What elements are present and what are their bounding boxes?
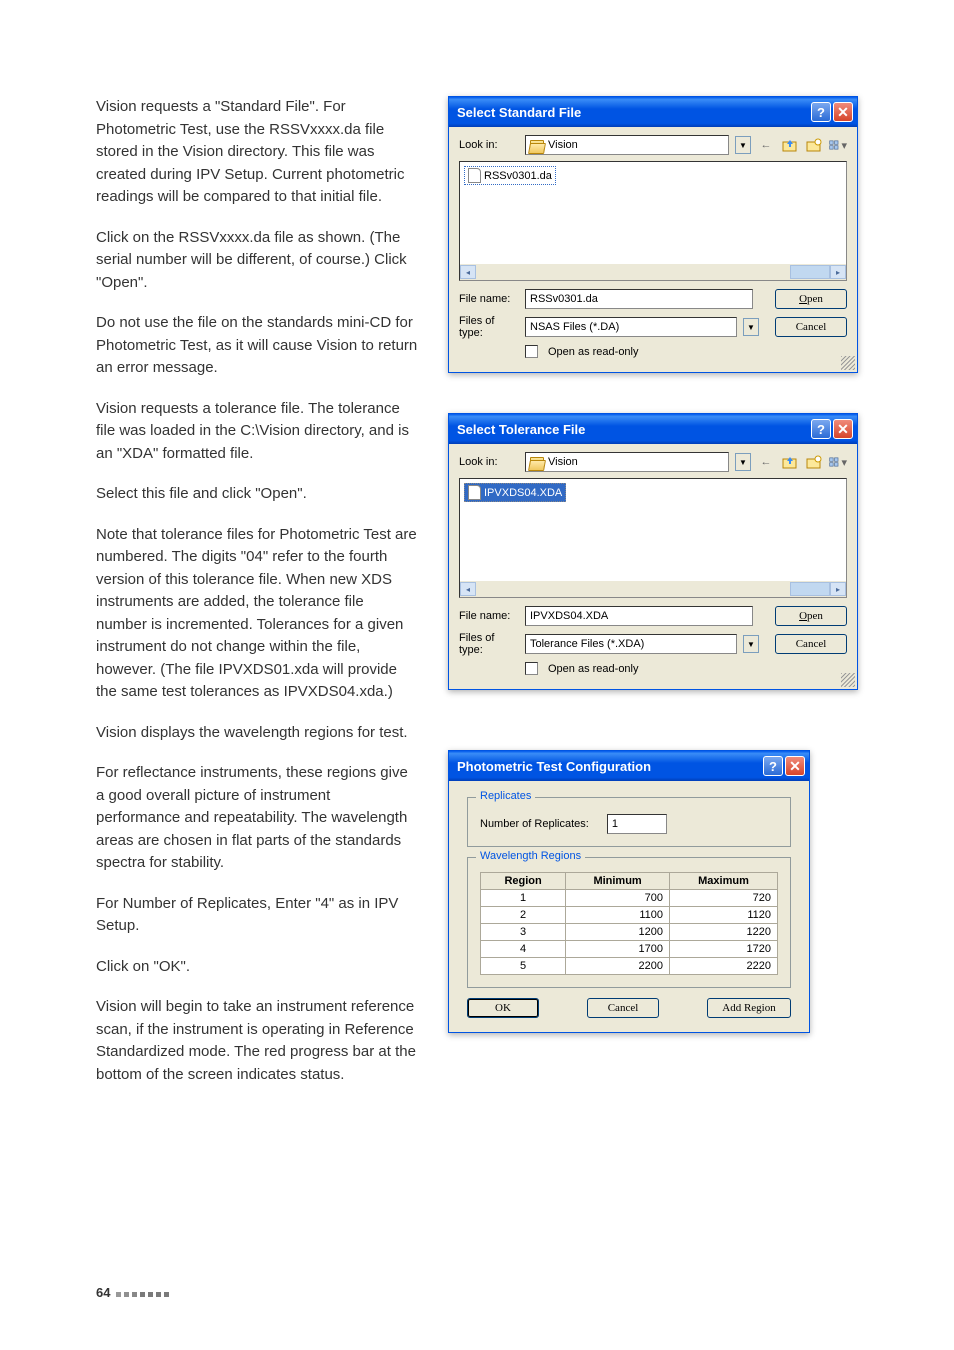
- th-maximum: Maximum: [669, 873, 777, 890]
- replicates-label: Number of Replicates:: [480, 818, 589, 830]
- scroll-right-icon[interactable]: ▸: [830, 265, 846, 279]
- add-region-button[interactable]: Add Region: [707, 998, 791, 1018]
- view-menu-icon[interactable]: ▾: [829, 136, 847, 154]
- para: Vision will begin to take an instrument …: [96, 996, 418, 1086]
- resize-grip-icon[interactable]: [841, 673, 855, 687]
- look-in-dropdown[interactable]: Vision: [525, 452, 729, 472]
- horizontal-scrollbar[interactable]: ◂ ▸: [460, 264, 846, 280]
- look-in-value: Vision: [548, 456, 578, 468]
- dialog-title: Select Standard File: [457, 105, 581, 120]
- file-item[interactable]: RSSv0301.da: [464, 166, 556, 185]
- table-row[interactable]: 1700720: [481, 890, 778, 907]
- close-icon[interactable]: ✕: [833, 102, 853, 122]
- regions-legend: Wavelength Regions: [476, 850, 585, 862]
- up-folder-icon[interactable]: [781, 453, 799, 471]
- file-item[interactable]: IPVXDS04.XDA: [464, 483, 566, 502]
- para: Vision requests a "Standard File". For P…: [96, 96, 418, 209]
- filename-label: File name:: [459, 293, 519, 305]
- wavelength-table: Region Minimum Maximum 1700720 211001120…: [480, 872, 778, 975]
- new-folder-icon[interactable]: [805, 136, 823, 154]
- readonly-label: Open as read-only: [548, 346, 639, 358]
- chevron-down-icon[interactable]: ▼: [743, 318, 759, 336]
- th-minimum: Minimum: [566, 873, 670, 890]
- para: Note that tolerance files for Photometri…: [96, 524, 418, 704]
- scroll-left-icon[interactable]: ◂: [460, 265, 476, 279]
- ok-button[interactable]: OK: [467, 998, 539, 1018]
- close-icon[interactable]: ✕: [833, 419, 853, 439]
- horizontal-scrollbar[interactable]: ◂ ▸: [460, 581, 846, 597]
- para: Click on "OK".: [96, 956, 418, 979]
- cancel-button[interactable]: Cancel: [775, 634, 847, 654]
- para: Do not use the file on the standards min…: [96, 312, 418, 380]
- back-icon[interactable]: ←: [757, 136, 775, 154]
- para: Select this file and click "Open".: [96, 483, 418, 506]
- file-icon: [468, 168, 481, 183]
- open-button[interactable]: Open: [775, 606, 847, 626]
- back-icon[interactable]: ←: [757, 453, 775, 471]
- look-in-dropdown[interactable]: Vision: [525, 135, 729, 155]
- table-row[interactable]: 522002220: [481, 958, 778, 975]
- filename-label: File name:: [459, 610, 519, 622]
- folder-icon: [530, 457, 544, 468]
- filetype-dropdown[interactable]: NSAS Files (*.DA): [525, 317, 737, 337]
- file-list[interactable]: IPVXDS04.XDA ◂ ▸: [459, 478, 847, 598]
- up-folder-icon[interactable]: [781, 136, 799, 154]
- filename-input[interactable]: IPVXDS04.XDA: [525, 606, 753, 626]
- look-in-label: Look in:: [459, 456, 519, 468]
- th-region: Region: [481, 873, 566, 890]
- replicates-input[interactable]: 1: [607, 814, 667, 834]
- scroll-thumb[interactable]: [790, 582, 830, 596]
- page-footer: 64: [96, 1285, 172, 1300]
- resize-grip-icon[interactable]: [841, 356, 855, 370]
- filetype-label: Files of type:: [459, 632, 519, 656]
- look-in-value: Vision: [548, 139, 578, 151]
- new-folder-icon[interactable]: [805, 453, 823, 471]
- table-row[interactable]: 312001220: [481, 924, 778, 941]
- body-text: Vision requests a "Standard File". For P…: [96, 96, 418, 1104]
- readonly-label: Open as read-only: [548, 663, 639, 675]
- file-item-label: RSSv0301.da: [484, 170, 552, 182]
- decorative-dots-icon: [116, 1285, 172, 1300]
- para: For reflectance instruments, these regio…: [96, 762, 418, 875]
- cancel-button[interactable]: Cancel: [775, 317, 847, 337]
- filetype-label: Files of type:: [459, 315, 519, 339]
- folder-icon: [530, 140, 544, 151]
- scroll-left-icon[interactable]: ◂: [460, 582, 476, 596]
- dialog-title: Select Tolerance File: [457, 422, 585, 437]
- para: For Number of Replicates, Enter "4" as i…: [96, 893, 418, 938]
- cancel-button[interactable]: Cancel: [587, 998, 659, 1018]
- close-icon[interactable]: ✕: [785, 756, 805, 776]
- para: Vision requests a tolerance file. The to…: [96, 398, 418, 466]
- replicates-group: Replicates Number of Replicates: 1: [467, 797, 791, 847]
- readonly-checkbox[interactable]: [525, 345, 538, 358]
- para: Click on the RSSVxxxx.da file as shown. …: [96, 227, 418, 295]
- help-icon[interactable]: ?: [763, 756, 783, 776]
- para: Vision displays the wavelength regions f…: [96, 722, 418, 745]
- page-number: 64: [96, 1285, 110, 1300]
- table-row[interactable]: 417001720: [481, 941, 778, 958]
- look-in-label: Look in:: [459, 139, 519, 151]
- file-item-label: IPVXDS04.XDA: [484, 487, 562, 499]
- dialog-title: Photometric Test Configuration: [457, 759, 651, 774]
- select-standard-file-dialog: Select Standard File ? ✕ Look in: Vision…: [448, 96, 858, 373]
- chevron-down-icon[interactable]: ▼: [735, 453, 751, 471]
- select-tolerance-file-dialog: Select Tolerance File ? ✕ Look in: Visio…: [448, 413, 858, 690]
- help-icon[interactable]: ?: [811, 419, 831, 439]
- chevron-down-icon[interactable]: ▼: [735, 136, 751, 154]
- wavelength-regions-group: Wavelength Regions Region Minimum Maximu…: [467, 857, 791, 988]
- open-button[interactable]: Open: [775, 289, 847, 309]
- filetype-dropdown[interactable]: Tolerance Files (*.XDA): [525, 634, 737, 654]
- file-list[interactable]: RSSv0301.da ◂ ▸: [459, 161, 847, 281]
- help-icon[interactable]: ?: [811, 102, 831, 122]
- readonly-checkbox[interactable]: [525, 662, 538, 675]
- filename-input[interactable]: RSSv0301.da: [525, 289, 753, 309]
- file-icon: [468, 485, 481, 500]
- scroll-right-icon[interactable]: ▸: [830, 582, 846, 596]
- view-menu-icon[interactable]: ▾: [829, 453, 847, 471]
- replicates-legend: Replicates: [476, 790, 535, 802]
- photometric-test-config-dialog: Photometric Test Configuration ? ✕ Repli…: [448, 750, 810, 1033]
- chevron-down-icon[interactable]: ▼: [743, 635, 759, 653]
- scroll-thumb[interactable]: [790, 265, 830, 279]
- table-row[interactable]: 211001120: [481, 907, 778, 924]
